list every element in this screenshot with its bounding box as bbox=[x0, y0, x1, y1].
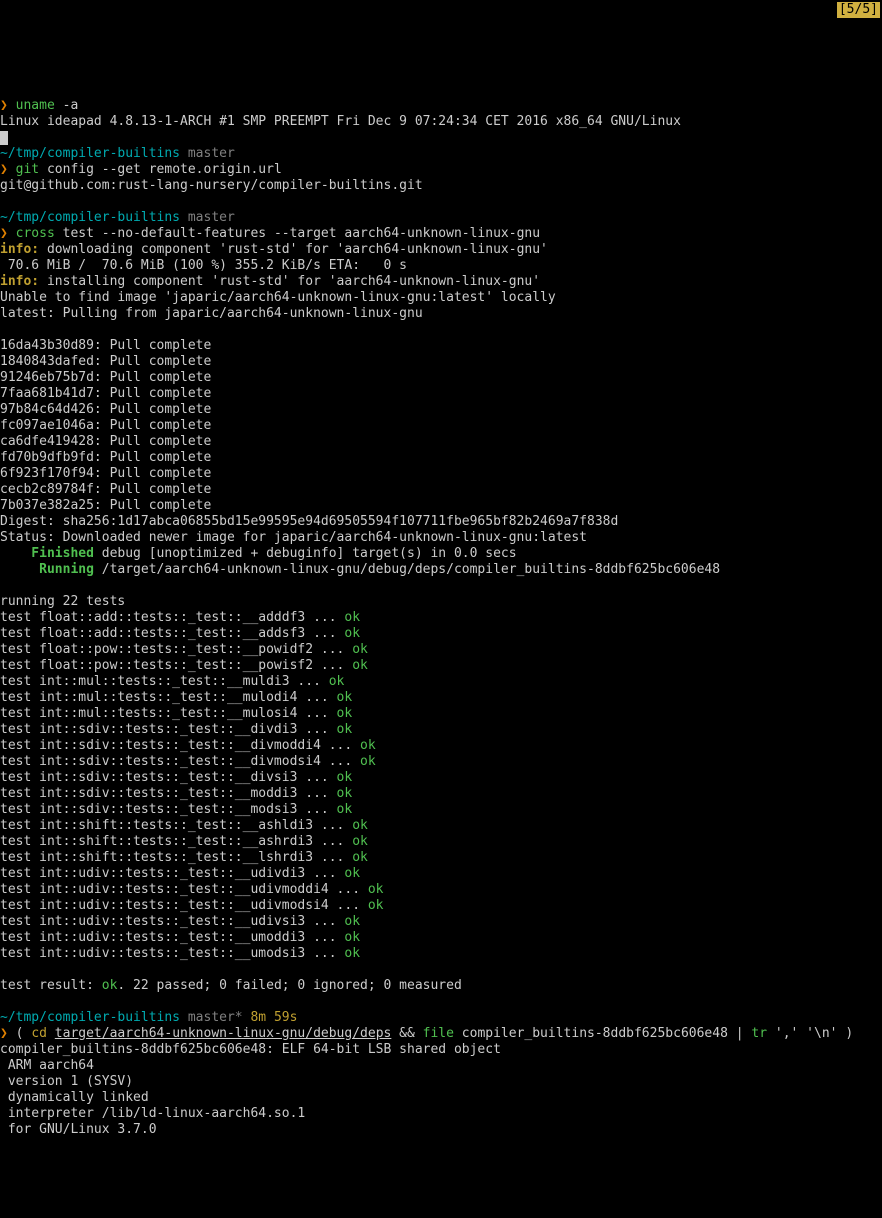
prompt-arrow: ❯ bbox=[0, 162, 8, 177]
command-git: git bbox=[16, 162, 39, 177]
git-branch: master bbox=[188, 210, 235, 225]
cursor bbox=[0, 131, 8, 145]
path-arg: target/aarch64-unknown-linux-gnu/debug/d… bbox=[55, 1026, 392, 1041]
command-args: -a bbox=[55, 98, 78, 113]
paren: ( bbox=[8, 1026, 31, 1041]
command-cross: cross bbox=[16, 226, 55, 241]
output-line: Unable to find image 'japaric/aarch64-un… bbox=[0, 290, 556, 305]
test-result-suffix: . 22 passed; 0 failed; 0 ignored; 0 meas… bbox=[117, 978, 461, 993]
output-line: downloading component 'rust-std' for 'aa… bbox=[39, 242, 548, 257]
cwd: ~/tmp/compiler-builtins bbox=[0, 1010, 180, 1025]
cwd: ~/tmp/compiler-builtins bbox=[0, 146, 180, 161]
command-args: config --get remote.origin.url bbox=[39, 162, 282, 177]
command-args: compiler_builtins-8ddbf625bc606e48 | bbox=[454, 1026, 751, 1041]
output-line: debug [unoptimized + debuginfo] target(s… bbox=[94, 546, 517, 561]
command-args: test --no-default-features --target aarc… bbox=[55, 226, 540, 241]
command-uname: uname bbox=[16, 98, 55, 113]
git-branch: master bbox=[188, 146, 235, 161]
prompt-arrow: ❯ bbox=[0, 98, 8, 113]
output-line: Digest: sha256:1d17abca06855bd15e99595e9… bbox=[0, 514, 618, 529]
pull-lines: 16da43b30d89: Pull complete 1840843dafed… bbox=[0, 338, 211, 513]
output-line: running 22 tests bbox=[0, 594, 125, 609]
elapsed-time: 8m 59s bbox=[250, 1010, 297, 1025]
prompt-arrow: ❯ bbox=[0, 226, 8, 241]
finished-label: Finished bbox=[0, 546, 94, 561]
prompt-arrow: ❯ bbox=[0, 1026, 8, 1041]
output-line: Linux ideapad 4.8.13-1-ARCH #1 SMP PREEM… bbox=[0, 114, 681, 129]
output-line: installing component 'rust-std' for 'aar… bbox=[39, 274, 540, 289]
command-args: ',' '\n' ) bbox=[767, 1026, 853, 1041]
running-label: Running bbox=[0, 562, 94, 577]
and-op: && bbox=[391, 1026, 422, 1041]
info-label: info: bbox=[0, 242, 39, 257]
output-line: git@github.com:rust-lang-nursery/compile… bbox=[0, 178, 423, 193]
output-line: /target/aarch64-unknown-linux-gnu/debug/… bbox=[94, 562, 720, 577]
command-cd: cd bbox=[31, 1026, 47, 1041]
test-lines: test float::add::tests::_test::__adddf3 … bbox=[0, 610, 384, 961]
command-file: file bbox=[423, 1026, 454, 1041]
file-output: compiler_builtins-8ddbf625bc606e48: ELF … bbox=[0, 1042, 501, 1137]
output-line: 70.6 MiB / 70.6 MiB (100 %) 355.2 KiB/s … bbox=[0, 258, 407, 273]
terminal[interactable]: ❯ uname -a Linux ideapad 4.8.13-1-ARCH #… bbox=[0, 98, 882, 1138]
tab-indicator: [5/5] bbox=[837, 2, 880, 18]
output-line: latest: Pulling from japaric/aarch64-unk… bbox=[0, 306, 423, 321]
test-result-prefix: test result: bbox=[0, 978, 102, 993]
test-result-ok: ok bbox=[102, 978, 118, 993]
output-line: Status: Downloaded newer image for japar… bbox=[0, 530, 587, 545]
git-branch: master* bbox=[188, 1010, 243, 1025]
command-tr: tr bbox=[751, 1026, 767, 1041]
info-label: info: bbox=[0, 274, 39, 289]
cwd: ~/tmp/compiler-builtins bbox=[0, 210, 180, 225]
